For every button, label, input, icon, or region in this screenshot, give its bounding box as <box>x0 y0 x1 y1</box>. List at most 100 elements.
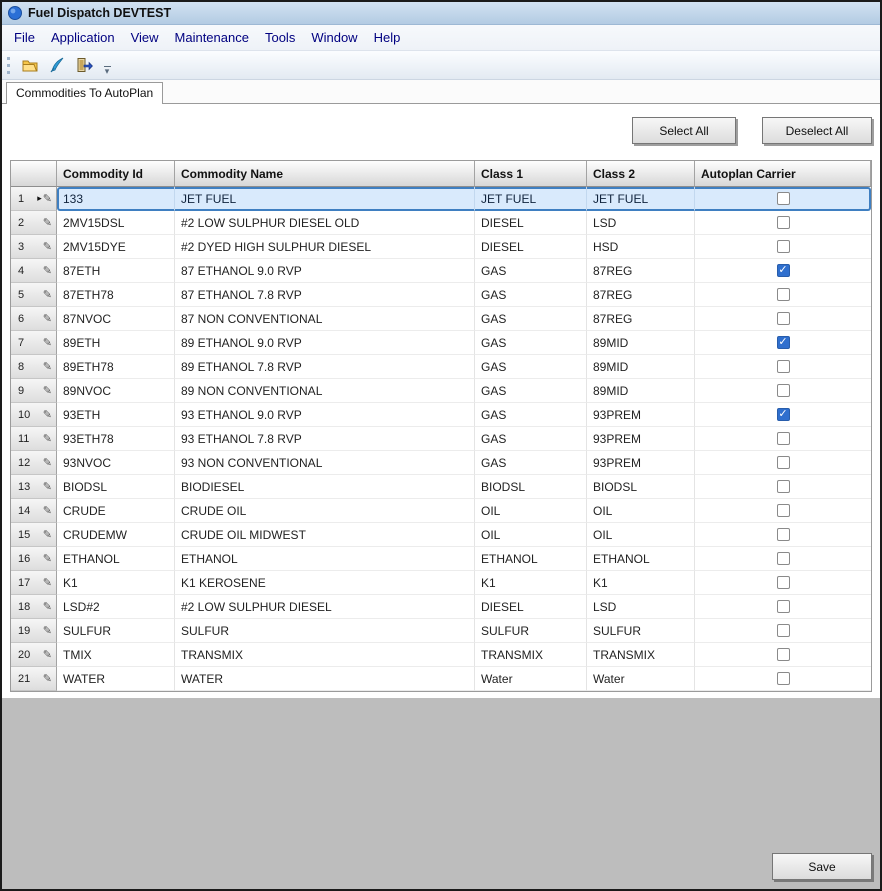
row-header[interactable]: 19✎ <box>11 619 57 643</box>
cell-name[interactable]: 87 ETHANOL 7.8 RVP <box>175 283 475 307</box>
table-row[interactable]: 8✎89ETH7889 ETHANOL 7.8 RVPGAS89MID <box>11 355 871 379</box>
cell-class1[interactable]: GAS <box>475 403 587 427</box>
autoplan-carrier-checkbox[interactable] <box>777 624 790 637</box>
cell-id[interactable]: 89ETH78 <box>57 355 175 379</box>
column-header-commodity-id[interactable]: Commodity Id <box>57 161 175 187</box>
cell-class2[interactable]: BIODSL <box>587 475 695 499</box>
cell-class2[interactable]: HSD <box>587 235 695 259</box>
cell-class2[interactable]: JET FUEL <box>587 187 695 211</box>
row-header[interactable]: 20✎ <box>11 643 57 667</box>
cell-id[interactable]: 93NVOC <box>57 451 175 475</box>
cell-class1[interactable]: OIL <box>475 499 587 523</box>
row-header[interactable]: 4✎ <box>11 259 57 283</box>
cell-id[interactable]: CRUDE <box>57 499 175 523</box>
cell-class1[interactable]: ETHANOL <box>475 547 587 571</box>
cell-class2[interactable]: OIL <box>587 499 695 523</box>
cell-class2[interactable]: 89MID <box>587 331 695 355</box>
autoplan-carrier-checkbox[interactable] <box>777 504 790 517</box>
cell-class1[interactable]: K1 <box>475 571 587 595</box>
cell-name[interactable]: K1 KEROSENE <box>175 571 475 595</box>
row-header[interactable]: 17✎ <box>11 571 57 595</box>
cell-name[interactable]: ETHANOL <box>175 547 475 571</box>
cell-id[interactable]: 93ETH78 <box>57 427 175 451</box>
cell-class2[interactable]: TRANSMIX <box>587 643 695 667</box>
row-header[interactable]: 2✎ <box>11 211 57 235</box>
row-header[interactable]: 9✎ <box>11 379 57 403</box>
cell-class2[interactable]: 93PREM <box>587 403 695 427</box>
cell-class1[interactable]: GAS <box>475 307 587 331</box>
autoplan-carrier-checkbox[interactable] <box>777 360 790 373</box>
cell-class2[interactable]: LSD <box>587 211 695 235</box>
cell-class1[interactable]: GAS <box>475 283 587 307</box>
cell-class1[interactable]: GAS <box>475 331 587 355</box>
cell-class1[interactable]: OIL <box>475 523 587 547</box>
toolbar-options-chevron[interactable]: ▾ <box>101 58 113 73</box>
cell-class1[interactable]: DIESEL <box>475 211 587 235</box>
row-header[interactable]: 3✎ <box>11 235 57 259</box>
row-header[interactable]: 13✎ <box>11 475 57 499</box>
table-row[interactable]: 4✎87ETH87 ETHANOL 9.0 RVPGAS87REG ✓ <box>11 259 871 283</box>
cell-class1[interactable]: GAS <box>475 355 587 379</box>
row-header[interactable]: 16✎ <box>11 547 57 571</box>
cell-class1[interactable]: GAS <box>475 451 587 475</box>
cell-name[interactable]: SULFUR <box>175 619 475 643</box>
column-header-autoplan-carrier[interactable]: Autoplan Carrier <box>695 161 871 187</box>
cell-id[interactable]: SULFUR <box>57 619 175 643</box>
autoplan-carrier-checkbox[interactable] <box>777 648 790 661</box>
cell-class2[interactable]: 93PREM <box>587 451 695 475</box>
autoplan-carrier-checkbox[interactable]: ✓ <box>777 264 790 277</box>
cell-id[interactable]: 2MV15DYE <box>57 235 175 259</box>
tab-commodities-to-autoplan[interactable]: Commodities To AutoPlan <box>6 82 163 104</box>
cell-name[interactable]: CRUDE OIL <box>175 499 475 523</box>
table-row[interactable]: 11✎93ETH7893 ETHANOL 7.8 RVPGAS93PREM <box>11 427 871 451</box>
cell-name[interactable]: #2 DYED HIGH SULPHUR DIESEL <box>175 235 475 259</box>
cell-id[interactable]: CRUDEMW <box>57 523 175 547</box>
column-header-commodity-name[interactable]: Commodity Name <box>175 161 475 187</box>
toolbar-grip-handle[interactable] <box>7 57 10 74</box>
row-header[interactable]: 10✎ <box>11 403 57 427</box>
autoplan-carrier-checkbox[interactable] <box>777 672 790 685</box>
table-row[interactable]: 2✎2MV15DSL#2 LOW SULPHUR DIESEL OLDDIESE… <box>11 211 871 235</box>
autoplan-carrier-checkbox[interactable] <box>777 192 790 205</box>
cell-class1[interactable]: GAS <box>475 427 587 451</box>
cell-id[interactable]: 133 <box>57 187 175 211</box>
table-row[interactable]: 12✎93NVOC93 NON CONVENTIONALGAS93PREM <box>11 451 871 475</box>
table-row[interactable]: 18✎LSD#2#2 LOW SULPHUR DIESELDIESELLSD <box>11 595 871 619</box>
cell-class2[interactable]: 87REG <box>587 307 695 331</box>
autoplan-carrier-checkbox[interactable] <box>777 576 790 589</box>
table-row[interactable]: 17✎K1K1 KEROSENEK1K1 <box>11 571 871 595</box>
menu-item-application[interactable]: Application <box>43 27 123 48</box>
cell-id[interactable]: K1 <box>57 571 175 595</box>
cell-class2[interactable]: 89MID <box>587 379 695 403</box>
table-row[interactable]: 20✎TMIXTRANSMIXTRANSMIXTRANSMIX <box>11 643 871 667</box>
autoplan-carrier-checkbox[interactable]: ✓ <box>777 336 790 349</box>
row-header[interactable]: 15✎ <box>11 523 57 547</box>
table-row[interactable]: 21✎WATERWATERWaterWater <box>11 667 871 691</box>
cell-name[interactable]: 87 NON CONVENTIONAL <box>175 307 475 331</box>
autoplan-carrier-checkbox[interactable] <box>777 288 790 301</box>
save-button[interactable]: Save <box>772 853 872 880</box>
autoplan-carrier-checkbox[interactable] <box>777 432 790 445</box>
cell-class2[interactable]: 87REG <box>587 259 695 283</box>
cell-id[interactable]: LSD#2 <box>57 595 175 619</box>
cell-name[interactable]: 87 ETHANOL 9.0 RVP <box>175 259 475 283</box>
quill-icon[interactable] <box>45 53 69 77</box>
cell-class1[interactable]: GAS <box>475 259 587 283</box>
cell-id[interactable]: 87ETH <box>57 259 175 283</box>
cell-id[interactable]: 89ETH <box>57 331 175 355</box>
autoplan-carrier-checkbox[interactable] <box>777 552 790 565</box>
row-header[interactable]: 1▸✎ <box>11 187 57 211</box>
cell-class1[interactable]: TRANSMIX <box>475 643 587 667</box>
select-all-button[interactable]: Select All <box>632 117 736 144</box>
exit-icon[interactable] <box>72 53 96 77</box>
cell-name[interactable]: CRUDE OIL MIDWEST <box>175 523 475 547</box>
autoplan-carrier-checkbox[interactable] <box>777 528 790 541</box>
cell-class2[interactable]: K1 <box>587 571 695 595</box>
cell-class1[interactable]: GAS <box>475 379 587 403</box>
column-header-class-2[interactable]: Class 2 <box>587 161 695 187</box>
cell-class2[interactable]: SULFUR <box>587 619 695 643</box>
cell-id[interactable]: BIODSL <box>57 475 175 499</box>
table-row[interactable]: 5✎87ETH7887 ETHANOL 7.8 RVPGAS87REG <box>11 283 871 307</box>
deselect-all-button[interactable]: Deselect All <box>762 117 872 144</box>
menu-item-maintenance[interactable]: Maintenance <box>167 27 257 48</box>
